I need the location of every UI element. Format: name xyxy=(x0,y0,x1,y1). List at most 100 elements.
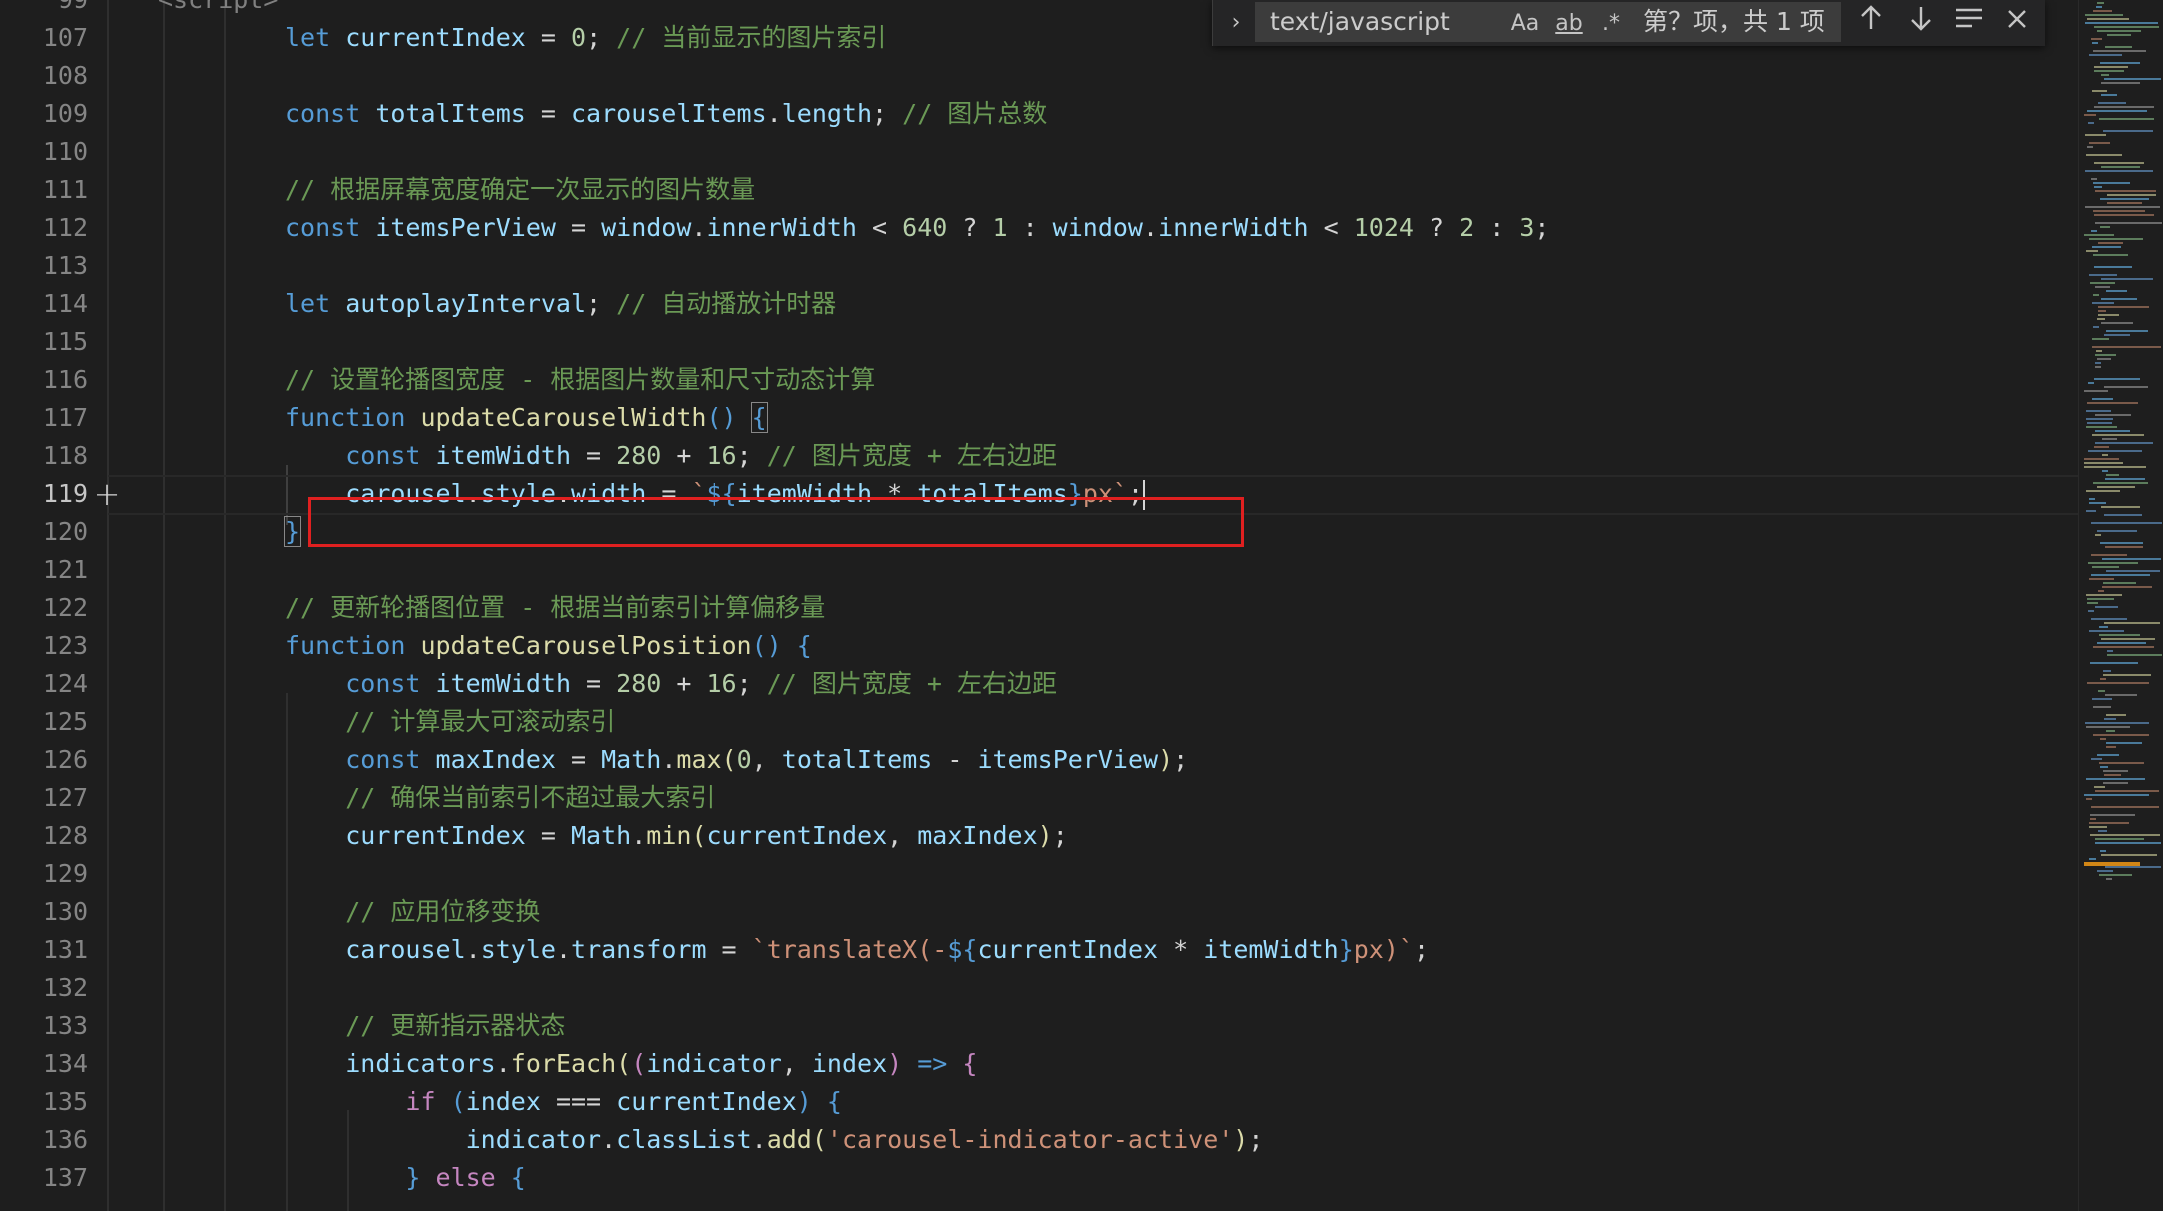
add-breakpoint-plus-icon[interactable]: + xyxy=(92,478,122,510)
red-highlight-annotation xyxy=(308,497,1244,547)
line-number-gutter[interactable]: 111 xyxy=(0,171,108,209)
code-line[interactable]: const totalItems = carouselItems.length;… xyxy=(285,95,1047,133)
line-number-gutter[interactable]: 122 xyxy=(0,589,108,627)
line-number-gutter[interactable]: 124 xyxy=(0,665,108,703)
code-line[interactable]: currentIndex = Math.min(currentIndex, ma… xyxy=(285,817,1068,855)
line-number-gutter[interactable]: 118 xyxy=(0,437,108,475)
arrow-down-icon[interactable] xyxy=(1903,4,1939,40)
code-token: Math xyxy=(601,745,662,774)
chevron-right-icon[interactable]: › xyxy=(1223,6,1249,40)
code-token: ; xyxy=(736,669,767,698)
line-number-gutter[interactable]: 112 xyxy=(0,209,108,247)
minimap[interactable] xyxy=(2084,0,2163,1211)
line-number-gutter[interactable]: 132 xyxy=(0,969,108,1007)
code-token: itemWidth xyxy=(435,441,571,470)
code-line[interactable]: indicator.classList.add('carousel-indica… xyxy=(285,1121,1264,1159)
code-token: ? xyxy=(947,213,993,242)
minimap-line xyxy=(2090,282,2115,284)
code-line[interactable]: function updateCarouselWidth() { xyxy=(285,399,768,437)
find-in-selection-icon[interactable] xyxy=(1951,4,1987,40)
line-number-gutter[interactable]: 120 xyxy=(0,513,108,551)
code-line[interactable]: // 根据屏幕宽度确定一次显示的图片数量 xyxy=(285,171,755,209)
code-line[interactable]: carousel.style.transform = `translateX(-… xyxy=(285,931,1429,969)
arrow-up-icon[interactable] xyxy=(1853,4,1889,40)
minimap-line xyxy=(2094,66,2128,68)
minimap-line xyxy=(2100,226,2110,228)
line-number-gutter[interactable]: 125 xyxy=(0,703,108,741)
line-number: 128 xyxy=(42,821,88,850)
minimap-line xyxy=(2107,194,2156,196)
line-number-gutter[interactable]: 99 xyxy=(0,0,108,19)
line-number-gutter[interactable]: 115 xyxy=(0,323,108,361)
minimap-line xyxy=(2093,734,2149,736)
code-line[interactable]: // 更新轮播图位置 - 根据当前索引计算偏移量 xyxy=(285,589,825,627)
code-line[interactable]: if (index === currentIndex) { xyxy=(285,1083,842,1121)
line-number-gutter[interactable]: 127 xyxy=(0,779,108,817)
close-icon[interactable] xyxy=(1999,4,2035,40)
code-token: ( xyxy=(631,1049,647,1078)
minimap-line xyxy=(2093,482,2148,484)
code-token: 16 xyxy=(706,441,737,470)
code-line[interactable]: const itemWidth = 280 + 16; // 图片宽度 + 左右… xyxy=(285,437,1057,475)
line-number-gutter[interactable]: 128 xyxy=(0,817,108,855)
line-number-gutter[interactable]: 130 xyxy=(0,893,108,931)
code-line[interactable]: <script> xyxy=(158,0,278,19)
code-token: ; xyxy=(1534,213,1550,242)
line-number-gutter[interactable]: 113 xyxy=(0,247,108,285)
code-line[interactable]: } else { xyxy=(285,1159,525,1197)
line-number-gutter[interactable]: 107 xyxy=(0,19,108,57)
code-line[interactable]: // 应用位移变换 xyxy=(285,893,540,931)
line-number-gutter[interactable]: 131 xyxy=(0,931,108,969)
code-token: { xyxy=(826,1087,842,1116)
regex-toggle[interactable]: .* xyxy=(1594,7,1628,41)
code-line[interactable]: const itemsPerView = window.innerWidth <… xyxy=(285,209,1549,247)
line-number-gutter[interactable]: 134 xyxy=(0,1045,108,1083)
line-number-gutter[interactable]: 135 xyxy=(0,1083,108,1121)
code-line[interactable]: // 更新指示器状态 xyxy=(285,1007,565,1045)
code-editor[interactable]: 99 <script> 107 let currentIndex = 0; // 当前… xyxy=(0,0,2163,1211)
line-number-gutter[interactable]: 133 xyxy=(0,1007,108,1045)
code-line[interactable]: let currentIndex = 0; // 当前显示的图片索引 xyxy=(285,19,886,57)
minimap-line xyxy=(2094,106,2154,108)
minimap-line xyxy=(2095,606,2118,608)
line-number-gutter[interactable]: 129 xyxy=(0,855,108,893)
line-number-gutter[interactable]: 108 xyxy=(0,57,108,95)
whole-word-toggle[interactable]: ab xyxy=(1550,7,1588,41)
line-number-gutter[interactable]: 117 xyxy=(0,399,108,437)
line-number-gutter[interactable]: 110 xyxy=(0,133,108,171)
line-number-gutter[interactable]: 137 xyxy=(0,1159,108,1197)
code-token: add xyxy=(766,1125,812,1154)
minimap-line xyxy=(2098,102,2126,104)
code-line[interactable]: let autoplayInterval; // 自动播放计时器 xyxy=(285,285,836,323)
minimap-line xyxy=(2106,742,2142,744)
minimap-line xyxy=(2096,350,2102,352)
code-token: 640 xyxy=(902,213,948,242)
minimap-line xyxy=(2097,642,2146,644)
line-number-gutter[interactable]: 116 xyxy=(0,361,108,399)
code-line[interactable]: } xyxy=(283,513,302,551)
minimap-line xyxy=(2101,82,2140,84)
line-number-gutter[interactable]: 123 xyxy=(0,627,108,665)
line-number-gutter[interactable]: 114 xyxy=(0,285,108,323)
line-number-gutter[interactable]: 136 xyxy=(0,1121,108,1159)
line-number: 121 xyxy=(42,555,88,584)
code-token: 280 xyxy=(616,669,662,698)
code-token: ; xyxy=(872,99,903,128)
code-line[interactable]: // 设置轮播图宽度 - 根据图片数量和尺寸动态计算 xyxy=(285,361,875,399)
code-line[interactable]: const maxIndex = Math.max(0, totalItems … xyxy=(285,741,1188,779)
code-line[interactable]: indicators.forEach((indicator, index) =>… xyxy=(285,1045,977,1083)
code-line[interactable]: const itemWidth = 280 + 16; // 图片宽度 + 左右… xyxy=(285,665,1057,703)
code-line[interactable]: // 计算最大可滚动索引 xyxy=(285,703,615,741)
code-line[interactable]: // 确保当前索引不超过最大索引 xyxy=(285,779,715,817)
minimap-line xyxy=(2087,402,2138,404)
match-case-toggle[interactable]: Aa xyxy=(1508,7,1542,41)
line-number-gutter[interactable]: 121 xyxy=(0,551,108,589)
code-token: < xyxy=(856,213,903,242)
code-line[interactable]: function updateCarouselPosition() { xyxy=(285,627,812,665)
code-token: ) xyxy=(1037,821,1053,850)
line-number-gutter[interactable]: 109 xyxy=(0,95,108,133)
code-token: = xyxy=(525,99,571,128)
line-number-gutter[interactable]: 126 xyxy=(0,741,108,779)
